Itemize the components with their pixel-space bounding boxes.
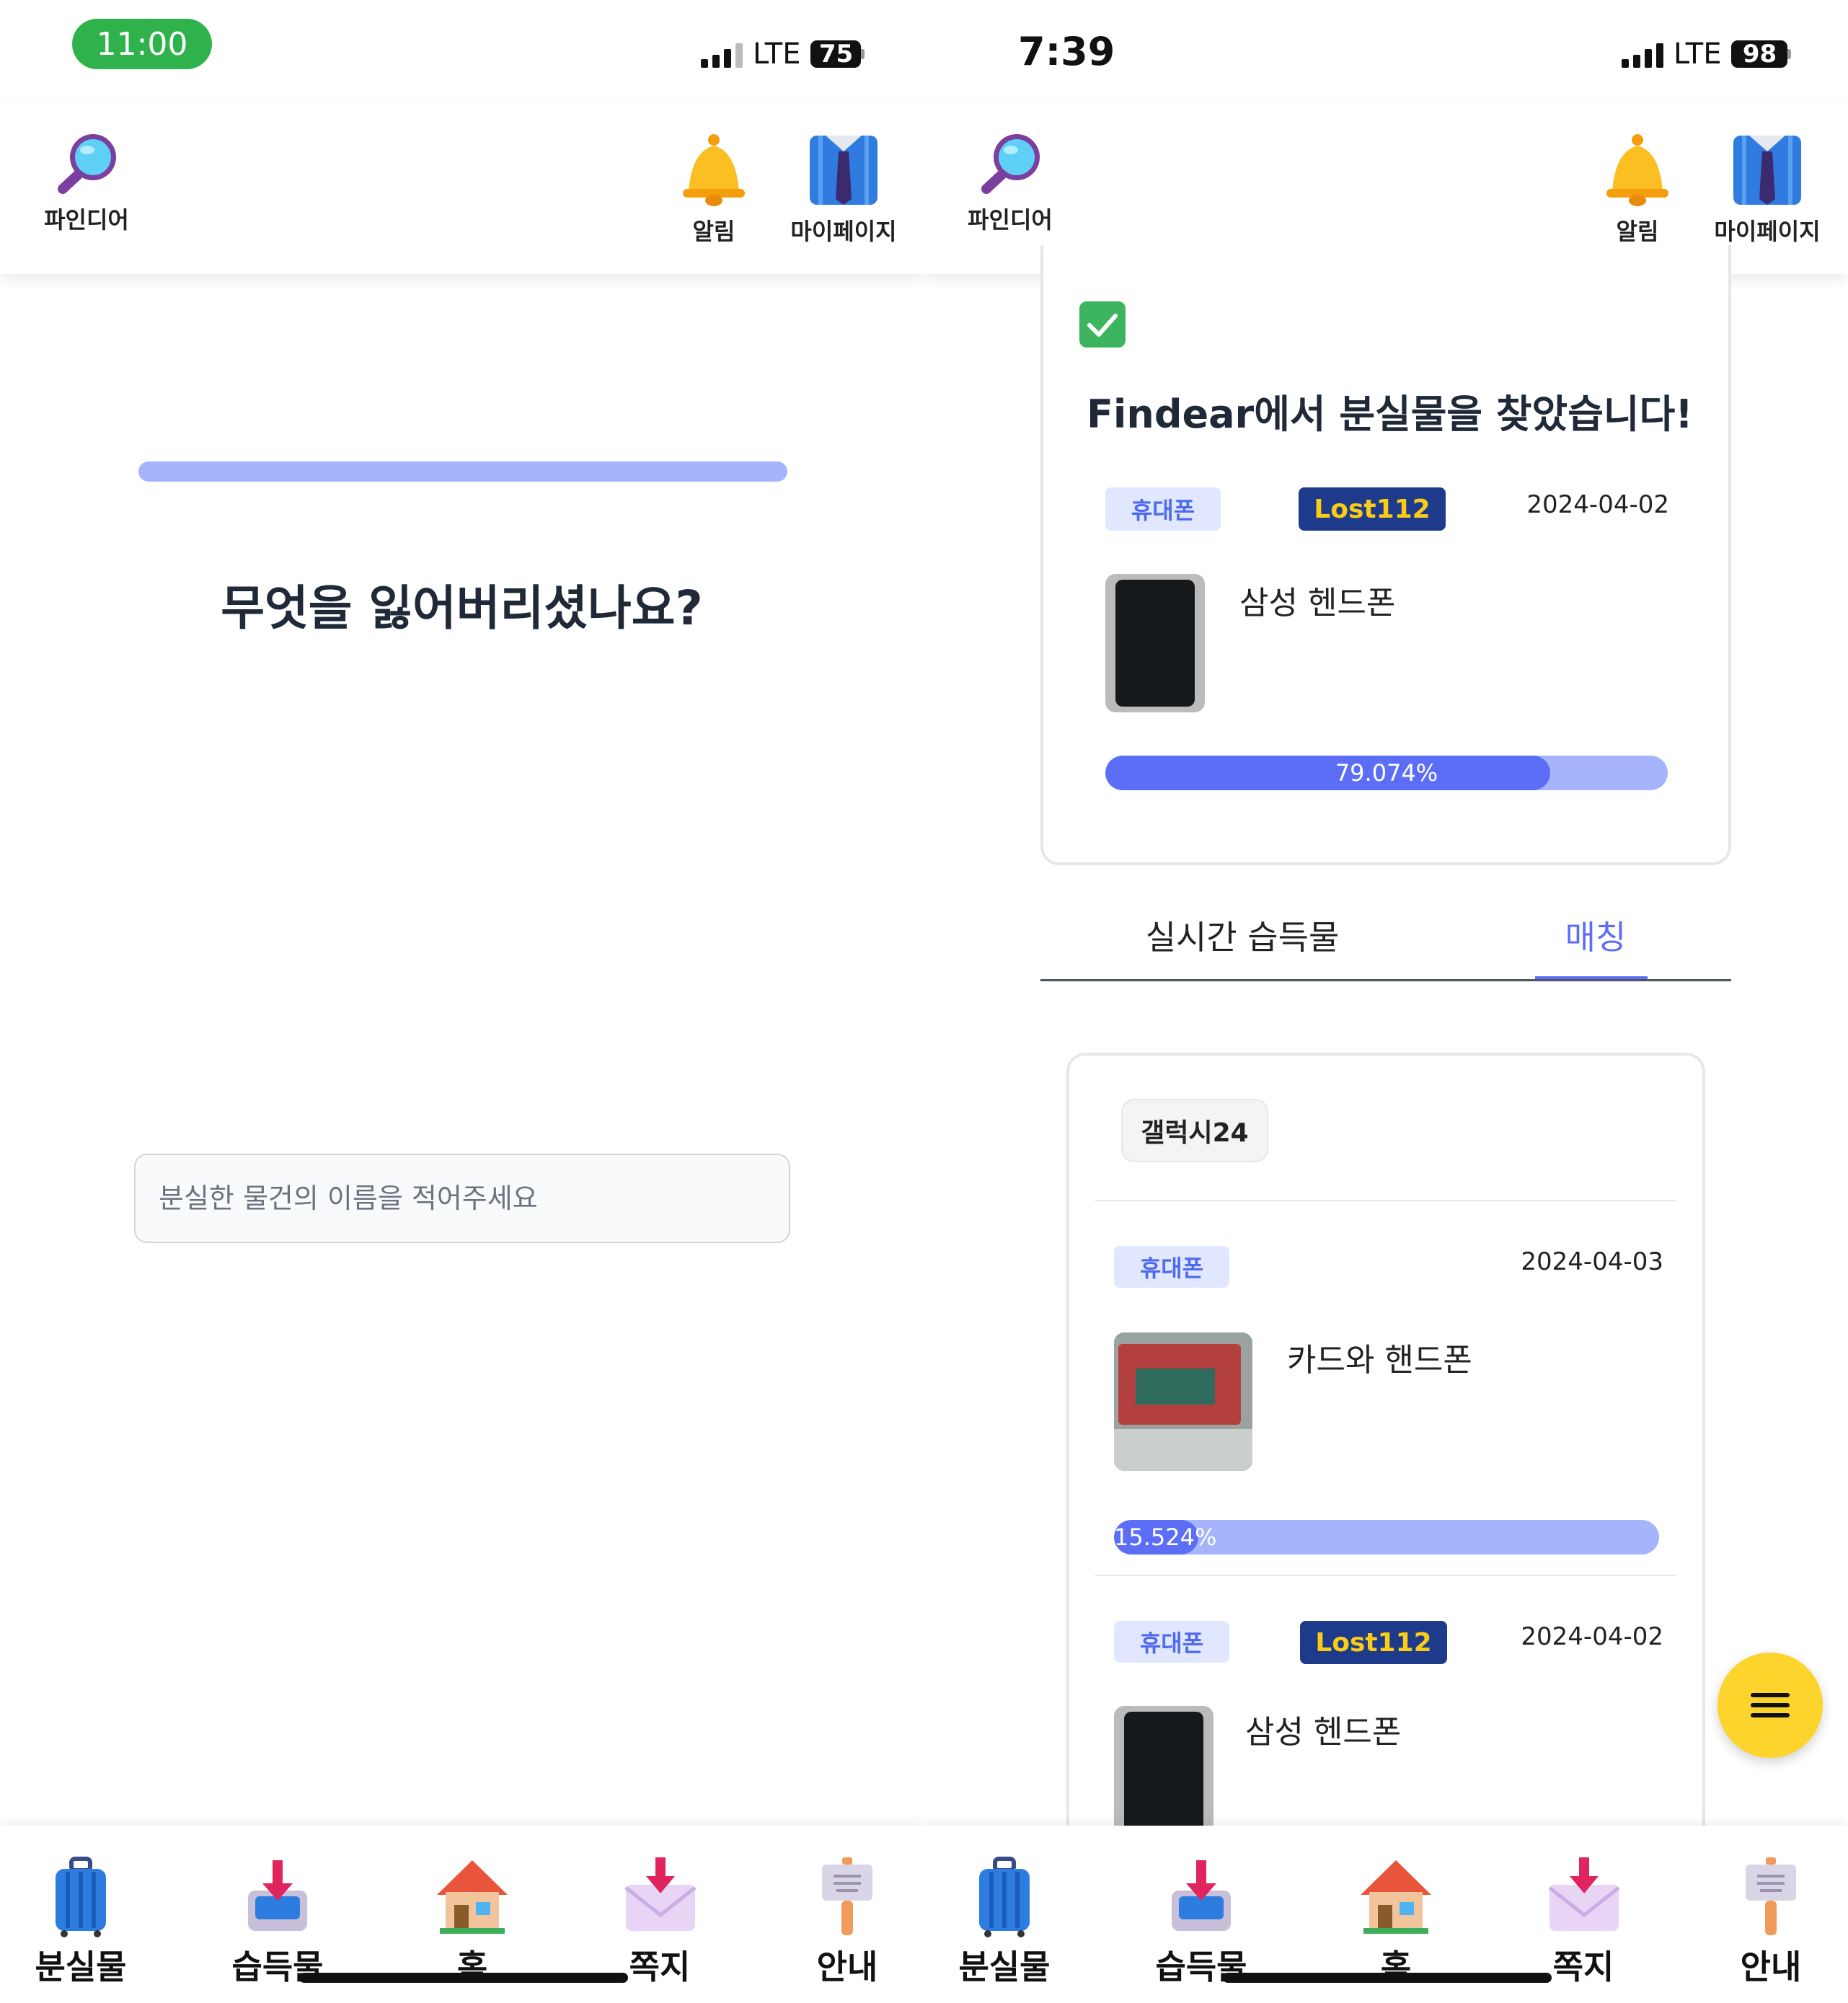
- mypage-button[interactable]: 마이페이지: [1695, 130, 1839, 247]
- item-date: 2024-04-02: [1526, 490, 1669, 519]
- luggage-icon: [979, 1857, 1030, 1937]
- mypage-button[interactable]: 마이페이지: [772, 130, 916, 247]
- item-photo: [1114, 1706, 1213, 1844]
- home-indicator: [1223, 1973, 1552, 1983]
- shirt-tie-icon: [810, 136, 877, 205]
- magnifier-icon: [58, 134, 116, 194]
- step-progress-bar: [138, 461, 787, 482]
- signal-icon: [701, 40, 743, 68]
- signpost-icon: [822, 1857, 872, 1935]
- alarm-button[interactable]: 알림: [1594, 130, 1681, 247]
- alarm-button[interactable]: 알림: [671, 130, 757, 247]
- tab-divider: [1040, 979, 1731, 981]
- mypage-label: 마이페이지: [1714, 218, 1821, 245]
- item-name: 카드와 핸드폰: [1287, 1342, 1472, 1379]
- nav-label: 안내: [1740, 1947, 1802, 1986]
- signpost-icon: [1746, 1857, 1796, 1935]
- nav-label: 분실물: [958, 1947, 1051, 1986]
- tab-realtime-found[interactable]: 실시간 습득물: [1113, 911, 1372, 959]
- nav-label: 안내: [816, 1947, 878, 1986]
- magnifier-icon: [981, 134, 1040, 194]
- signal-icon: [1622, 40, 1663, 68]
- nav-lost-items[interactable]: 분실물: [932, 1826, 1076, 2003]
- question-title: 무엇을 잃어버리셨나요?: [221, 580, 703, 636]
- logo-label: 파인디어: [968, 206, 1053, 234]
- nav-lost-items[interactable]: 분실물: [9, 1826, 153, 2003]
- nav-guide[interactable]: 안내: [775, 1826, 919, 2003]
- lost-item-search-input[interactable]: [134, 1154, 790, 1243]
- logo-button[interactable]: 파인디어: [29, 130, 144, 235]
- item-date: 2024-04-03: [1521, 1247, 1663, 1276]
- alarm-label: 알림: [1616, 218, 1659, 245]
- item-name: 삼성 헨드폰: [1239, 585, 1396, 622]
- match-percent: 15.524%: [1114, 1524, 1217, 1551]
- list-item[interactable]: 휴대폰 Lost112 2024-04-02 삼성 헨드폰: [1069, 1576, 1704, 1865]
- logo-label: 파인디어: [44, 206, 129, 234]
- tab-bar: 실시간 습득물 매칭: [1040, 901, 1731, 982]
- match-progress-bar: 15.524%: [1114, 1520, 1659, 1555]
- check-mark-icon: [1079, 301, 1126, 348]
- found-card-title: Findear에서 분실물을 찾았습니다!: [1087, 392, 1693, 437]
- list-item[interactable]: 휴대폰 2024-04-03 카드와 핸드폰 15.524%: [1069, 1201, 1704, 1573]
- query-chip[interactable]: 갤럭시24: [1121, 1099, 1268, 1162]
- status-indicators: LTE 75: [701, 37, 865, 71]
- mypage-label: 마이페이지: [790, 218, 897, 245]
- status-time: 7:39: [1018, 29, 1115, 74]
- match-list-card: 갤럭시24 휴대폰 2024-04-03 카드와 핸드폰 15.524% 휴대폰…: [1066, 1053, 1705, 1860]
- item-date: 2024-04-02: [1521, 1622, 1663, 1651]
- network-label: LTE: [1674, 37, 1722, 71]
- logo-button[interactable]: 파인디어: [952, 130, 1068, 235]
- tab-matching[interactable]: 매칭: [1538, 911, 1653, 959]
- network-label: LTE: [753, 37, 801, 71]
- item-name: 삼성 헨드폰: [1245, 1714, 1402, 1751]
- envelope-arrow-icon: [624, 1857, 697, 1931]
- item-photo: [1105, 574, 1205, 712]
- match-percent: 79.074%: [1335, 759, 1438, 787]
- nav-guide[interactable]: 안내: [1699, 1826, 1843, 2003]
- bell-icon: [683, 134, 745, 206]
- shirt-tie-icon: [1733, 136, 1801, 205]
- category-badge: 휴대폰: [1105, 487, 1221, 531]
- status-indicators: LTE 98: [1622, 37, 1792, 71]
- category-badge: 휴대폰: [1114, 1246, 1229, 1288]
- item-photo: [1114, 1332, 1252, 1471]
- right-screen: 7:39 LTE 98 파인디어 알림 마이페이지 Findear에서 분실물을…: [924, 0, 1847, 2003]
- category-badge: 휴대폰: [1114, 1621, 1229, 1663]
- found-item-card[interactable]: Findear에서 분실물을 찾았습니다! 휴대폰 Lost112 2024-0…: [1040, 245, 1731, 865]
- battery-icon: 98: [1731, 40, 1788, 68]
- luggage-icon: [56, 1857, 106, 1937]
- menu-fab-button[interactable]: [1717, 1653, 1823, 1758]
- bell-icon: [1606, 134, 1668, 206]
- source-badge: Lost112: [1300, 1621, 1447, 1664]
- nav-label: 분실물: [35, 1947, 127, 1986]
- left-screen: 11:00 LTE 75 파인디어 알림 마이페이지 무엇을 잃어버리셨나요? …: [0, 0, 924, 2003]
- battery-icon: 75: [810, 40, 862, 68]
- inbox-tray-icon: [248, 1860, 307, 1931]
- app-header: 파인디어 알림 마이페이지: [0, 101, 924, 274]
- source-badge: Lost112: [1299, 487, 1446, 531]
- house-icon: [1361, 1860, 1431, 1934]
- envelope-arrow-icon: [1548, 1857, 1620, 1931]
- menu-icon: [1751, 1693, 1790, 1717]
- inbox-tray-icon: [1172, 1860, 1231, 1931]
- home-indicator: [299, 1973, 628, 1983]
- house-icon: [437, 1860, 508, 1934]
- alarm-label: 알림: [692, 218, 735, 245]
- status-time: 11:00: [72, 19, 212, 69]
- match-progress-bar: 79.074%: [1105, 756, 1668, 790]
